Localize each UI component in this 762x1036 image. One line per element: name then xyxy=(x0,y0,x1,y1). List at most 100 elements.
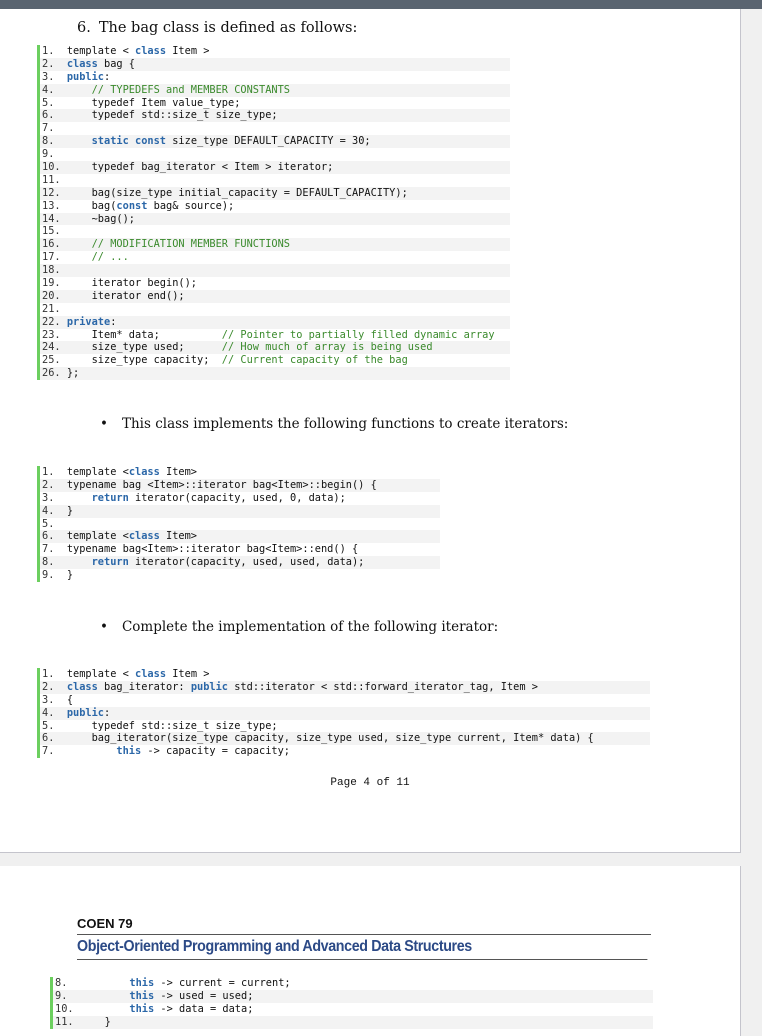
question-text: The bag class is defined as follows: xyxy=(98,20,358,36)
code-text: -> current = current; xyxy=(154,977,291,989)
code-line: 19. iterator begin(); xyxy=(40,277,510,290)
code-line: 3. public: xyxy=(40,71,510,84)
bullet-text: Complete the implementation of the follo… xyxy=(121,619,499,635)
code-keyword: return xyxy=(91,491,129,504)
code-block-bag-iterator-continued: 8. this -> current = current; 9. this -> … xyxy=(50,977,653,1029)
code-line: 6. typedef std::size_t size_type; xyxy=(40,109,510,123)
code-line: 8. return iterator(capacity, used, used,… xyxy=(40,556,440,570)
bullet-dot: • xyxy=(100,619,108,635)
code-line: 1. template < class Item > xyxy=(40,668,650,681)
line-number: 21. xyxy=(42,302,61,315)
line-number: 6. xyxy=(42,109,55,122)
code-line: 3. return iterator(capacity, used, 0, da… xyxy=(40,492,440,505)
code-line: 4. public: xyxy=(40,706,650,720)
code-text: typename bag<Item>::iterator bag<Item>::… xyxy=(66,543,359,556)
line-number: 9. xyxy=(42,569,55,582)
code-line: 1. template <class Item> xyxy=(40,466,440,479)
line-number: 23. xyxy=(42,328,61,341)
code-line: 7. this -> capacity = capacity; xyxy=(40,745,650,758)
course-code: COEN 79 xyxy=(77,916,651,935)
code-keyword: return xyxy=(91,556,129,569)
line-number: 4. xyxy=(42,706,55,719)
code-line: 16. // MODIFICATION MEMBER FUNCTIONS xyxy=(40,238,510,252)
code-line: 2. class bag { xyxy=(40,57,510,71)
code-keyword: class xyxy=(135,45,167,57)
code-comment: // Current capacity of the bag xyxy=(221,354,408,367)
code-text: template < xyxy=(66,530,129,543)
line-number: 13. xyxy=(42,199,61,212)
code-keyword: this xyxy=(116,745,142,758)
line-number: 20. xyxy=(42,289,61,302)
line-number: 8. xyxy=(55,977,68,989)
code-text: typename bag <Item>::iterator bag<Item>:… xyxy=(66,478,377,491)
code-block-iterator-functions: 1. template <class Item> 2. typename bag … xyxy=(37,466,440,583)
code-line: 8. static const size_type DEFAULT_CAPACI… xyxy=(40,135,510,149)
line-number: 8. xyxy=(42,135,55,148)
code-text: : xyxy=(104,706,111,719)
code-line: 15. xyxy=(40,225,510,238)
line-number: 6. xyxy=(42,732,55,745)
line-number: 4. xyxy=(42,83,55,96)
code-line: 24. size_type used; // How much of array… xyxy=(40,341,510,355)
code-text: bag_iterator: xyxy=(97,680,191,693)
code-keyword: class xyxy=(135,668,167,680)
code-text: size_type capacity; xyxy=(91,354,222,367)
line-number: 10. xyxy=(42,161,61,174)
code-keyword: this xyxy=(129,977,155,989)
line-number: 2. xyxy=(42,57,55,70)
code-comment: // MODIFICATION MEMBER FUNCTIONS xyxy=(91,238,290,251)
code-line: 10. typedef bag_iterator < Item > iterat… xyxy=(40,161,510,174)
code-text: template < xyxy=(66,45,136,57)
code-text: }; xyxy=(66,367,80,380)
code-line: 17. // ... xyxy=(40,251,510,264)
question-heading: 6. The bag class is defined as follows: xyxy=(77,20,357,36)
code-keyword: public xyxy=(66,70,105,83)
code-keyword: class xyxy=(66,680,98,693)
line-number: 16. xyxy=(42,238,61,251)
code-line: 3. { xyxy=(40,694,650,707)
line-number: 5. xyxy=(42,517,55,530)
code-text: } xyxy=(104,1015,111,1028)
code-text: bag_iterator(size_type capacity, size_ty… xyxy=(91,732,594,745)
code-line: 9. } xyxy=(40,569,440,582)
code-text: -> used = used; xyxy=(154,989,254,1002)
code-text: Item* data; xyxy=(91,328,222,341)
document-page-4: 6. The bag class is defined as follows: 1… xyxy=(0,9,741,853)
code-text: ~bag(); xyxy=(91,212,136,225)
line-number: 26. xyxy=(42,367,61,380)
line-number: 9. xyxy=(55,989,68,1002)
code-keyword: static const xyxy=(91,135,167,148)
code-line: 8. this -> current = current; xyxy=(53,977,653,990)
code-line: 1. template < class Item > xyxy=(40,45,510,58)
line-number: 1. xyxy=(42,668,55,680)
code-text: : xyxy=(104,70,111,83)
code-text: iterator begin(); xyxy=(91,277,197,290)
bullet-dot: • xyxy=(100,416,108,432)
line-number: 1. xyxy=(42,466,55,478)
line-number: 14. xyxy=(42,212,61,225)
code-line: 12. bag(size_type initial_capacity = DEF… xyxy=(40,186,510,200)
code-text: } xyxy=(66,504,74,517)
code-keyword: class xyxy=(128,530,160,543)
course-title: Object-Oriented Programming and Advanced… xyxy=(77,935,648,960)
code-text: size_type DEFAULT_CAPACITY = 30; xyxy=(166,135,371,148)
code-line: 21. xyxy=(40,303,510,316)
code-line: 20. iterator end(); xyxy=(40,289,510,303)
line-number: 8. xyxy=(42,556,55,569)
code-line: 10. this -> data = data; xyxy=(53,1003,653,1016)
code-text: bag { xyxy=(97,57,136,70)
line-number: 1. xyxy=(42,45,55,57)
line-number: 19. xyxy=(42,277,61,290)
